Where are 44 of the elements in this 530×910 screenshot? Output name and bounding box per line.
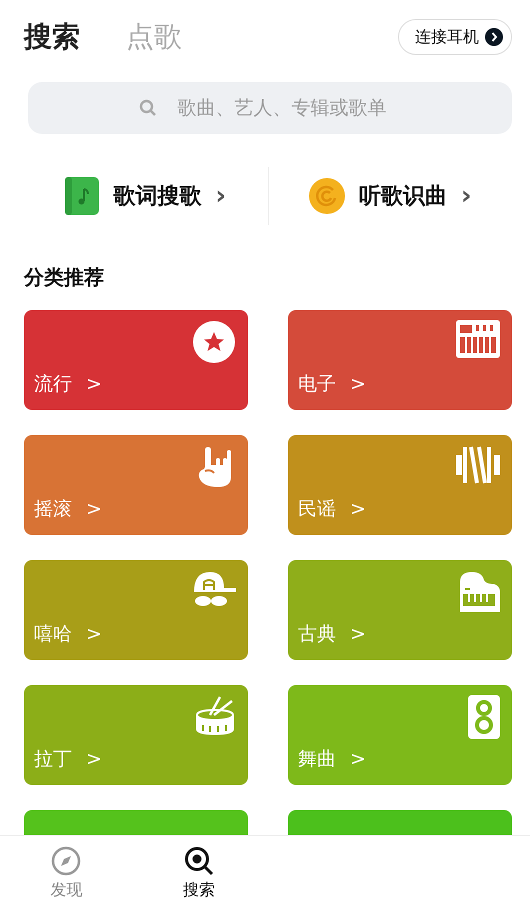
chevron-icon: > [350, 370, 366, 398]
genre-card[interactable]: 嘻哈 > [24, 560, 248, 660]
accordion-icon [456, 445, 500, 485]
nav-tab[interactable]: 发现 [0, 836, 132, 910]
speaker-icon [468, 695, 500, 739]
genre-label: 古典 [298, 622, 336, 646]
chevron-icon: > [350, 494, 366, 523]
sound-wave-circle-icon [308, 178, 345, 214]
synthesizer-icon [456, 320, 500, 358]
section-title: 分类推荐 [24, 264, 105, 291]
star-badge-icon [192, 320, 236, 364]
music-book-icon [65, 177, 100, 215]
nav-tab[interactable]: 搜索 [132, 836, 265, 910]
chevron-icon: > [86, 744, 102, 773]
genre-label: 摇滚 [34, 496, 72, 522]
chevron-icon: > [86, 620, 102, 648]
header-tab[interactable]: 点歌 [126, 16, 182, 58]
chevron-icon: > [86, 494, 102, 523]
piano-icon [458, 570, 500, 612]
genre-card[interactable]: 民谣 > [288, 435, 512, 535]
genre-label: 流行 [34, 372, 72, 396]
compass-icon [51, 846, 82, 876]
chevron-icon: > [350, 744, 366, 773]
genre-label: 舞曲 [298, 746, 336, 772]
quick-link[interactable]: 歌词搜歌 › [24, 176, 268, 216]
genre-card[interactable]: 古典 > [288, 560, 512, 660]
header-tab[interactable]: 搜索 [24, 16, 80, 58]
genre-card[interactable]: 舞曲 > [288, 685, 512, 785]
search-field[interactable]: 歌曲、艺人、专辑或歌单 [28, 82, 512, 134]
genre-label: 嘻哈 [34, 622, 72, 646]
chevron-icon: > [86, 370, 102, 398]
genre-label: 民谣 [298, 496, 336, 522]
quick-link[interactable]: 听歌识曲 › [268, 176, 512, 216]
genre-card[interactable]: 流行 > [24, 310, 248, 410]
genre-card[interactable]: 摇滚 > [24, 435, 248, 535]
search-icon [184, 846, 214, 876]
genre-card[interactable]: 电子 > [288, 310, 512, 410]
genre-card[interactable]: 拉丁 > [24, 685, 248, 785]
genre-label: 拉丁 [34, 746, 72, 772]
drum-icon [194, 695, 236, 737]
chevron-right-icon [485, 28, 503, 46]
genre-label: 电子 [298, 372, 336, 396]
chevron-icon: > [350, 620, 366, 648]
connect-headphones-button[interactable]: 连接耳机 [398, 19, 512, 55]
